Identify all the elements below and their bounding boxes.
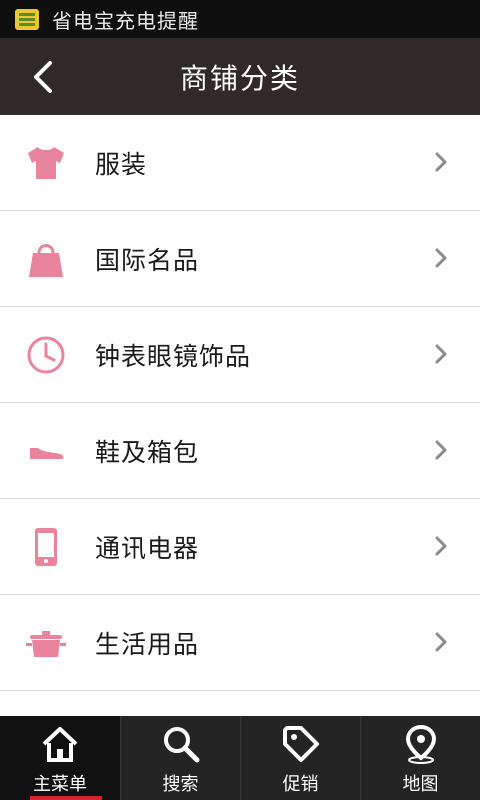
chevron-right-icon: [435, 440, 447, 460]
category-row-electronics[interactable]: 通讯电器: [0, 499, 480, 595]
tshirt-icon: [28, 147, 64, 179]
chevron-right-icon: [435, 536, 447, 556]
category-label: 国际名品: [95, 245, 200, 275]
tab-label: 地图: [402, 774, 439, 795]
tab-label: 搜索: [162, 774, 199, 795]
page-title: 商铺分类: [179, 61, 300, 95]
category-label: 通讯电器: [95, 533, 200, 563]
category-list: 服装 国际名品 钟表眼镜饰品 鞋及箱包 通讯电器 生活用品: [0, 115, 480, 691]
clock-icon: [27, 336, 65, 374]
map-pin-icon: [405, 724, 436, 764]
tab-main-menu[interactable]: 主菜单: [0, 716, 120, 800]
category-row-luxury[interactable]: 国际名品: [0, 211, 480, 307]
tab-search[interactable]: 搜索: [120, 716, 240, 800]
chevron-right-icon: [435, 248, 447, 268]
tab-map[interactable]: 地图: [360, 716, 480, 800]
cooking-pot-icon: [26, 631, 66, 657]
category-label: 生活用品: [95, 629, 200, 659]
active-tab-indicator: [30, 796, 102, 800]
home-icon: [42, 727, 78, 762]
chevron-right-icon: [435, 632, 447, 652]
mobile-phone-icon: [35, 528, 57, 566]
category-row-clothing[interactable]: 服装: [0, 115, 480, 211]
tab-label: 促销: [282, 774, 319, 795]
shoe-icon: [30, 448, 64, 459]
category-label: 服装: [95, 149, 148, 179]
tab-label: 主菜单: [33, 774, 87, 795]
back-button[interactable]: [18, 52, 68, 102]
bottom-tab-bar: 主菜单 搜索 促销 地图: [0, 716, 480, 800]
page-header: 商铺分类: [0, 38, 480, 115]
category-row-daily-goods[interactable]: 生活用品: [0, 595, 480, 691]
price-tag-icon: [282, 726, 319, 762]
category-row-watches[interactable]: 钟表眼镜饰品: [0, 307, 480, 403]
category-label: 鞋及箱包: [95, 437, 200, 467]
tab-promotions[interactable]: 促销: [240, 716, 360, 800]
handbag-icon: [29, 244, 63, 277]
chevron-right-icon: [435, 152, 447, 172]
search-icon: [163, 727, 199, 763]
chevron-right-icon: [435, 344, 447, 364]
chevron-left-icon: [34, 61, 52, 93]
status-bar: 省电宝充电提醒: [0, 0, 480, 38]
battery-saver-app-icon: [15, 9, 39, 30]
status-bar-title: 省电宝充电提醒: [52, 8, 199, 33]
category-row-shoes-bags[interactable]: 鞋及箱包: [0, 403, 480, 499]
category-label: 钟表眼镜饰品: [95, 341, 252, 371]
